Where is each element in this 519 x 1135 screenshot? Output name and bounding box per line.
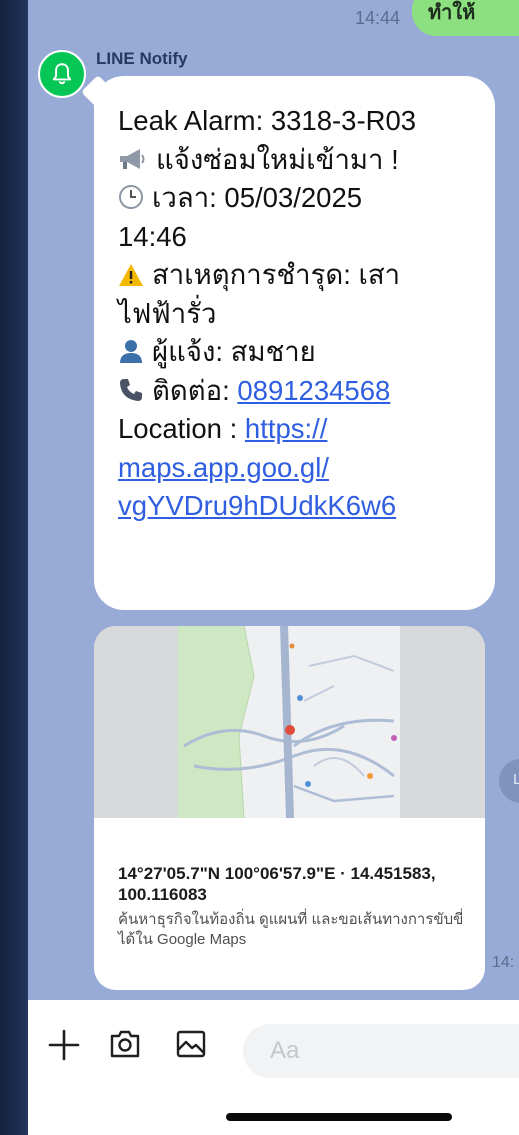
message-line-location: Location : https://: [118, 410, 477, 449]
message-line-cause: สาเหตุการชำรุด: เสา: [118, 256, 477, 295]
image-icon[interactable]: [174, 1027, 208, 1061]
map-description: ค้นหาธุรกิจในท้องถิ่น ดูแผนที่ และขอเส้น…: [118, 911, 464, 948]
repair-text: แจ้งซ่อมใหม่เข้ามา !: [156, 143, 399, 175]
message-line-alarm: Leak Alarm: 3318-3-R03: [118, 105, 417, 136]
contact-label: ติดต่อ:: [152, 374, 238, 406]
message-line-link3: vgYVDru9hDUdkK6w6: [118, 487, 477, 526]
message-input[interactable]: [243, 1024, 519, 1078]
bell-icon: [52, 63, 72, 85]
warning-icon: [119, 264, 143, 286]
background-edge: [0, 0, 28, 1135]
input-bar: [28, 1000, 519, 1135]
map-link-part3[interactable]: vgYVDru9hDUdkK6w6: [118, 490, 396, 521]
map-thumbnail[interactable]: [94, 626, 485, 819]
map-image: [94, 626, 485, 819]
camera-icon[interactable]: [108, 1027, 142, 1061]
clock-icon: [119, 185, 143, 209]
map-coordinates-title: 14°27'05.7"N 100°06'57.9"E · 14.451583, …: [118, 864, 436, 904]
message-line-repair: แจ้งซ่อมใหม่เข้ามา !: [118, 141, 477, 180]
megaphone-icon: [120, 148, 145, 169]
previous-message-time: 14:44: [355, 8, 401, 28]
time-text: เวลา: 05/03/2025: [152, 182, 363, 213]
line-chat-screen: 14:44 ทำให้ LINE Notify Leak Alarm: 3318…: [0, 0, 519, 1135]
plus-icon[interactable]: [46, 1027, 82, 1063]
sender-name: LINE Notify: [96, 49, 188, 68]
person-icon: [120, 340, 142, 363]
sender-avatar[interactable]: [38, 50, 86, 98]
message-bubble[interactable]: Leak Alarm: 3318-3-R03 แจ้งซ่อมใหม่เข้าม…: [81, 75, 495, 610]
previous-outgoing-bubble[interactable]: ทำให้: [412, 0, 519, 36]
map-link-part2[interactable]: maps.app.goo.gl/: [118, 452, 329, 483]
message-line-contact: ติดต่อ: 0891234568: [118, 372, 477, 411]
previous-message-text: ทำให้: [428, 2, 476, 24]
map-message-time: 14:: [492, 954, 515, 971]
message-line-reporter: ผู้แจ้ง: สมชาย: [118, 333, 477, 372]
location-label: Location :: [118, 413, 245, 444]
message-line-link2: maps.app.goo.gl/: [118, 449, 477, 488]
map-preview-card[interactable]: 14°27'05.7"N 100°06'57.9"E · 14.451583, …: [94, 626, 485, 990]
reporter-text: ผู้แจ้ง: สมชาย: [152, 336, 316, 367]
message-line-time-value: 14:46: [118, 220, 187, 252]
cause-text: สาเหตุการชำรุด: เสา: [152, 259, 401, 290]
home-indicator: [226, 1113, 452, 1121]
map-link-part1[interactable]: https://: [245, 413, 328, 444]
phone-link[interactable]: 0891234568: [237, 375, 390, 406]
message-line-time: เวลา: 05/03/2025: [118, 179, 477, 218]
phone-icon: [120, 378, 142, 401]
message-line-cause-cont: ไฟฟ้ารั่ว: [118, 297, 217, 329]
